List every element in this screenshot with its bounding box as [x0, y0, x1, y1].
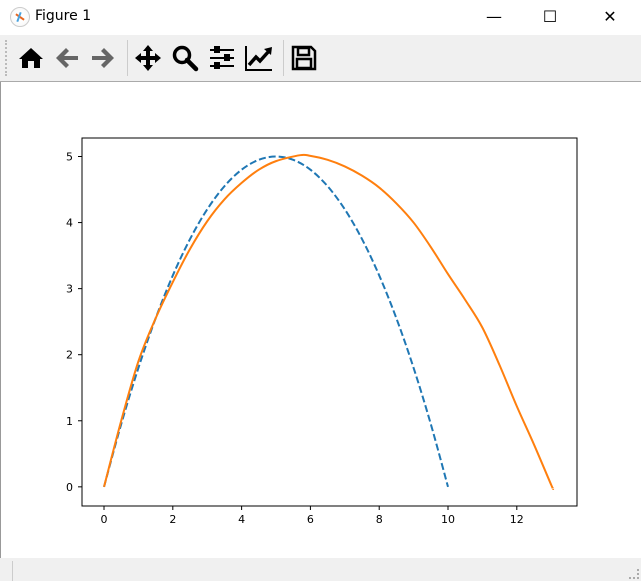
- zoom-button[interactable]: [170, 43, 200, 73]
- y-tick-label: 1: [66, 415, 73, 428]
- zoom-icon: [172, 45, 199, 72]
- forward-icon: [92, 48, 114, 68]
- configure-subplots-button[interactable]: [207, 43, 237, 73]
- minimize-button[interactable]: —: [471, 0, 517, 32]
- x-tick-label: 0: [101, 513, 108, 526]
- home-button[interactable]: [16, 43, 46, 73]
- series-line-dashed: [103, 155, 449, 488]
- home-icon: [19, 48, 43, 68]
- edit-axes-button[interactable]: [244, 43, 274, 73]
- save-icon: [291, 45, 317, 71]
- axes-frame: [81, 137, 578, 507]
- edit-axes-icon: [245, 46, 272, 71]
- series-line-solid: [103, 153, 555, 491]
- status-separator: [12, 561, 13, 581]
- x-tick-label: 6: [307, 513, 314, 526]
- y-tick-label: 2: [66, 349, 73, 362]
- x-tick-label: 12: [510, 513, 524, 526]
- y-tick-label: 0: [66, 481, 73, 494]
- resize-grip[interactable]: [629, 569, 639, 579]
- configure-subplots-icon: [210, 46, 234, 69]
- x-tick-label: 2: [169, 513, 176, 526]
- save-button[interactable]: [289, 43, 319, 73]
- maximize-button[interactable]: ☐: [527, 0, 573, 32]
- pan-button[interactable]: [133, 43, 163, 73]
- navigation-toolbar: [0, 35, 641, 82]
- toolbar-separator: [127, 40, 128, 76]
- pan-icon: [135, 45, 161, 71]
- status-bar: [0, 558, 641, 581]
- toolbar-separator: [283, 40, 284, 76]
- x-tick-label: 10: [441, 513, 455, 526]
- forward-button[interactable]: [88, 43, 118, 73]
- window-title: Figure 1: [35, 8, 92, 24]
- y-tick-label: 4: [66, 217, 73, 230]
- matplotlib-logo-icon: [10, 7, 30, 27]
- y-tick-label: 5: [66, 150, 73, 163]
- close-button[interactable]: ✕: [587, 0, 633, 32]
- title-bar: Figure 1 — ☐ ✕: [0, 0, 641, 35]
- back-icon: [56, 48, 78, 68]
- y-tick-label: 3: [66, 283, 73, 296]
- back-button[interactable]: [52, 43, 82, 73]
- x-tick-label: 8: [376, 513, 383, 526]
- figure-canvas[interactable]: 0 2 4 6 8 10 12 012345: [0, 82, 641, 558]
- x-tick-label: 4: [238, 513, 245, 526]
- toolbar-grip[interactable]: [5, 40, 9, 76]
